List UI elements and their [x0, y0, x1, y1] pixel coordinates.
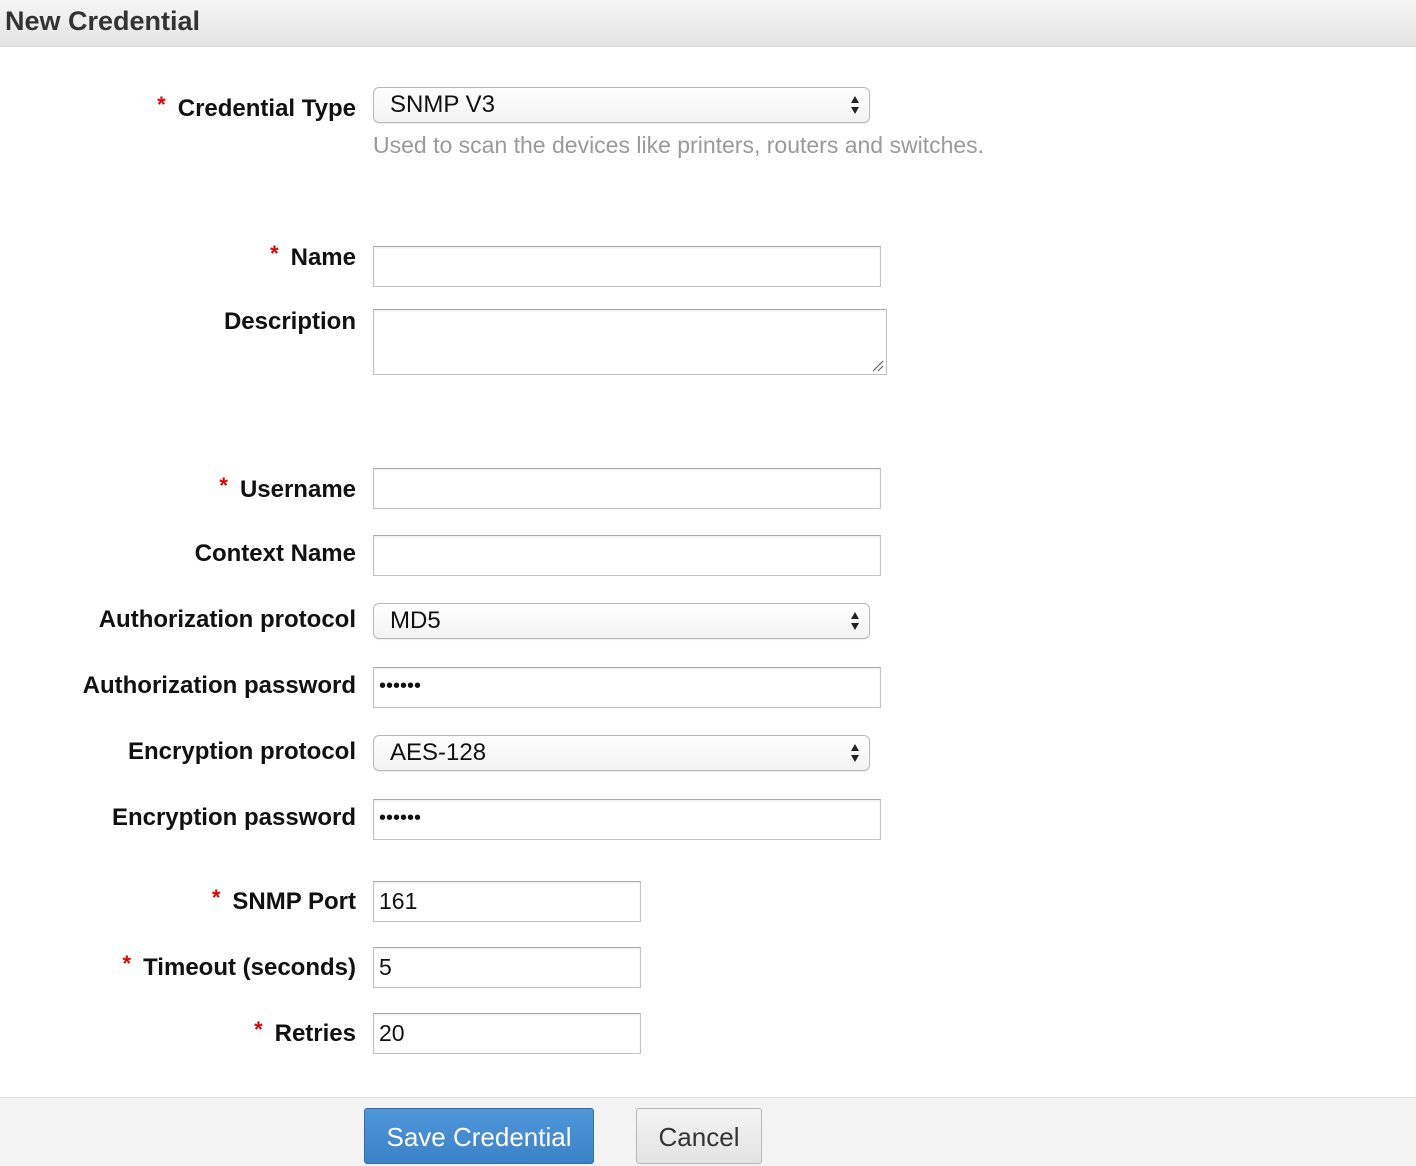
new-credential-page: New Credential * Credential Type SNMP V3 …: [0, 0, 1416, 1166]
required-marker: *: [157, 92, 166, 117]
authorization-password-label: Authorization password: [82, 672, 356, 699]
required-marker: *: [254, 1017, 263, 1042]
authorization-protocol-select[interactable]: MD5: [373, 603, 870, 639]
encryption-protocol-label: Encryption protocol: [128, 738, 356, 765]
save-credential-button[interactable]: Save Credential: [364, 1108, 594, 1164]
timeout-input[interactable]: 5: [373, 947, 641, 988]
cancel-button[interactable]: Cancel: [636, 1108, 762, 1164]
credential-type-select[interactable]: SNMP V3: [373, 87, 870, 123]
username-input[interactable]: [373, 468, 881, 509]
select-arrows-icon: [851, 96, 859, 114]
retries-label: * Retries: [254, 1017, 356, 1047]
username-label: * Username: [219, 473, 356, 503]
description-textarea[interactable]: [373, 309, 887, 375]
context-name-label: Context Name: [194, 540, 356, 567]
authorization-protocol-selected: MD5: [390, 607, 441, 634]
encryption-protocol-selected: AES-128: [390, 739, 487, 766]
encryption-password-input[interactable]: ••••••: [373, 799, 881, 840]
required-marker: *: [219, 473, 228, 498]
resize-grip-icon[interactable]: [870, 358, 884, 372]
description-label: Description: [223, 308, 356, 335]
required-marker: *: [211, 885, 221, 910]
encryption-password-label: Encryption password: [111, 804, 356, 831]
required-marker: *: [270, 241, 279, 266]
title-bar: New Credential: [0, 0, 1416, 47]
select-arrows-icon: [851, 744, 859, 762]
encryption-protocol-select[interactable]: AES-128: [373, 735, 870, 771]
snmp-port-input[interactable]: 161: [373, 881, 641, 922]
timeout-label: * Timeout (seconds): [122, 951, 356, 981]
name-label: * Name: [270, 241, 356, 271]
page-title: New Credential: [5, 6, 201, 36]
credential-type-selected: SNMP V3: [390, 91, 495, 118]
context-name-input[interactable]: [373, 535, 881, 576]
name-input[interactable]: [373, 246, 881, 287]
credential-type-label: * Credential Type: [157, 92, 356, 122]
required-marker: *: [122, 951, 132, 976]
retries-input[interactable]: 20: [373, 1013, 641, 1054]
authorization-protocol-label: Authorization protocol: [98, 606, 356, 633]
select-arrows-icon: [851, 612, 859, 630]
authorization-password-input[interactable]: ••••••: [373, 667, 881, 708]
snmp-port-label: * SNMP Port: [211, 885, 356, 915]
credential-type-hint: Used to scan the devices like printers, …: [373, 132, 985, 158]
